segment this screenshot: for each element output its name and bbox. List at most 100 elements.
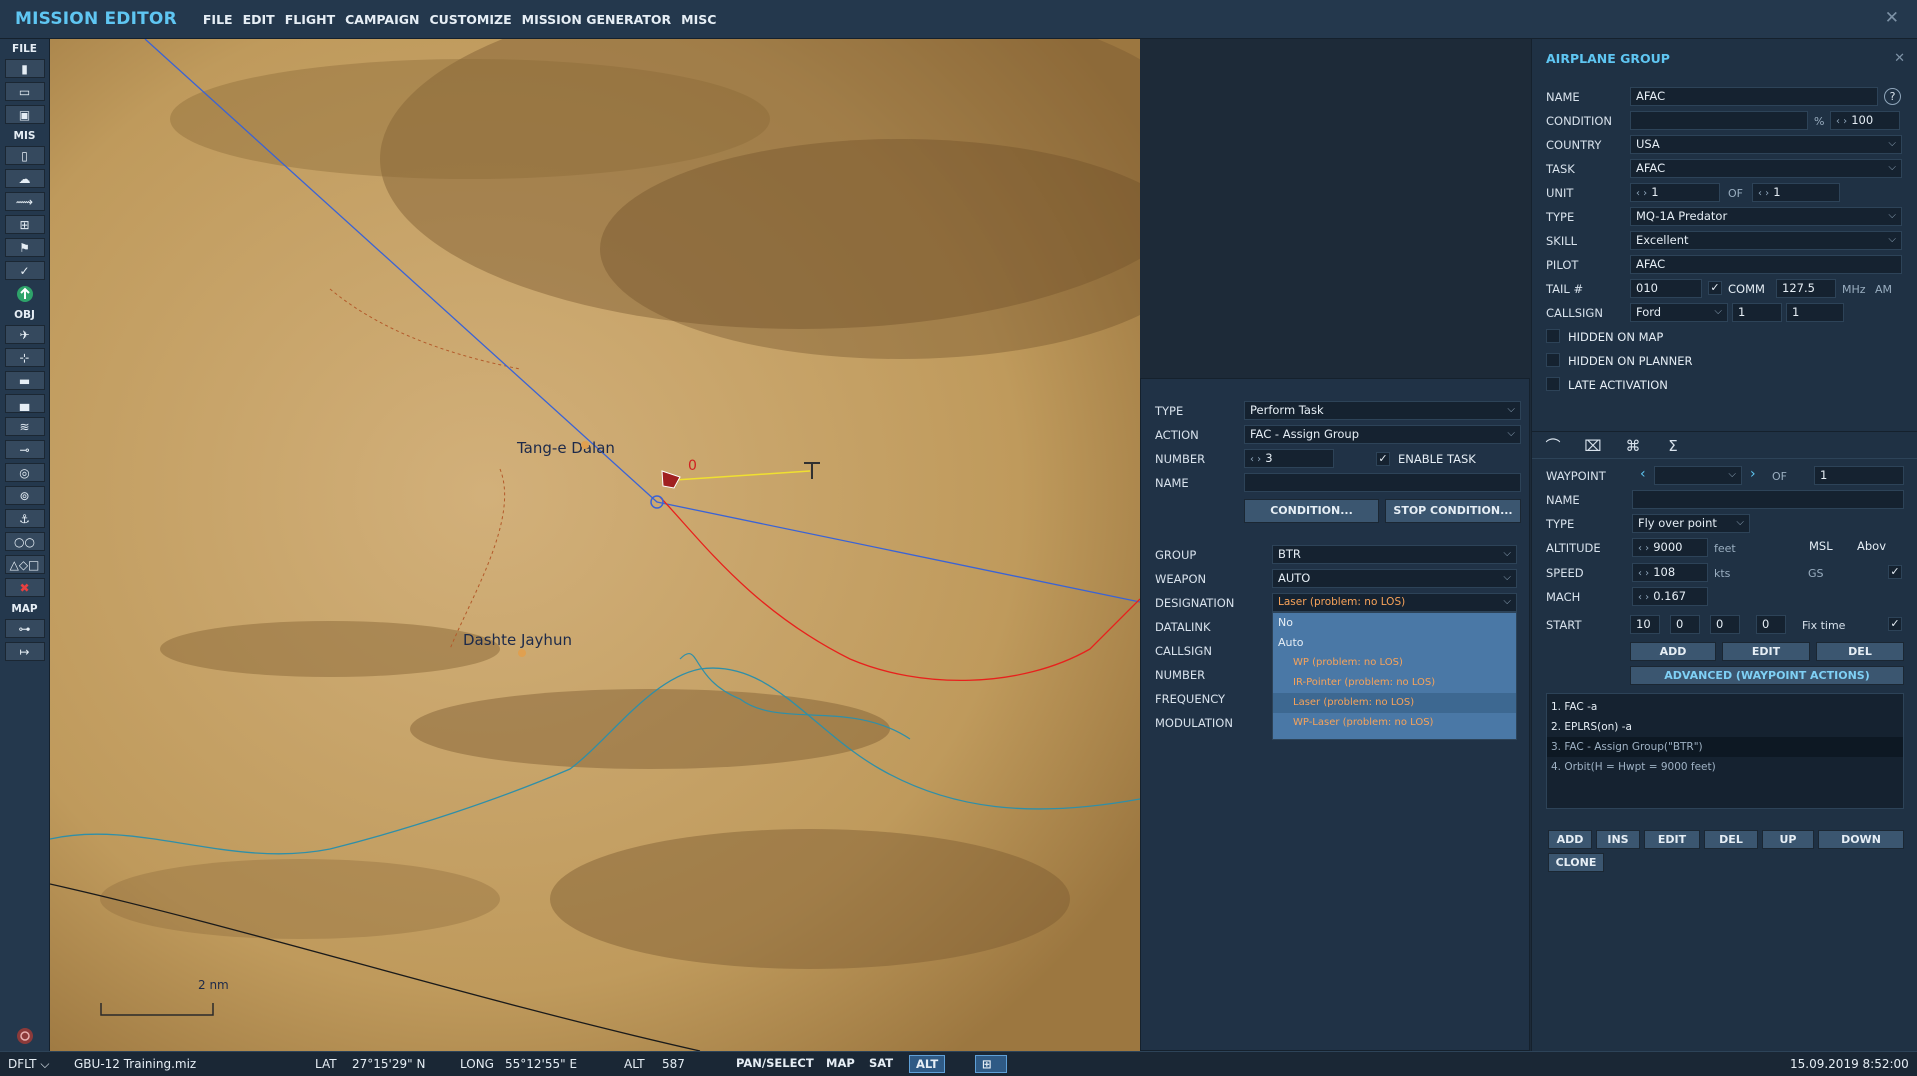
task-type-select[interactable]: Perform Task bbox=[1244, 401, 1521, 420]
callsign-select[interactable]: Ford bbox=[1630, 303, 1728, 322]
altitude-reference[interactable]: MSL bbox=[1804, 538, 1854, 557]
waypoint-delete-button[interactable]: DEL bbox=[1816, 642, 1904, 661]
map-view[interactable]: 0 Tang-e Dalan Dashte Jayhun 2 nm bbox=[50, 39, 1140, 1051]
goal-icon[interactable]: ⚑ bbox=[4, 238, 45, 257]
condition-percent-stepper[interactable]: ‹ › 100 bbox=[1830, 111, 1900, 130]
waypoint-add-button[interactable]: ADD bbox=[1630, 642, 1716, 661]
gs-checkbox[interactable]: ✓ bbox=[1888, 565, 1902, 579]
airplane-icon[interactable]: ✈ bbox=[4, 325, 45, 344]
aircraft-type-select[interactable]: MQ-1A Predator bbox=[1630, 207, 1902, 226]
menu-edit[interactable]: EDIT bbox=[243, 12, 275, 27]
fly-icon[interactable] bbox=[5, 284, 45, 303]
menu-misc[interactable]: MISC bbox=[681, 12, 716, 27]
waypoint-prev-icon[interactable]: ‹ bbox=[1640, 466, 1646, 482]
callsign-number-1[interactable]: 1 bbox=[1732, 303, 1782, 322]
task-number-stepper[interactable]: ‹ › 3 bbox=[1244, 449, 1334, 468]
parachute-icon[interactable]: ⚓ bbox=[4, 509, 45, 528]
summary-tab-icon[interactable]: Σ bbox=[1658, 436, 1688, 456]
vehicle-icon[interactable]: ▄ bbox=[4, 394, 45, 413]
aircraft-tab-icon[interactable]: ⌘ bbox=[1618, 436, 1648, 456]
menu-flight[interactable]: FLIGHT bbox=[285, 12, 335, 27]
static-icon[interactable]: ≋ bbox=[4, 417, 45, 436]
save-file-icon[interactable]: ▣ bbox=[4, 105, 45, 124]
tail-number-input[interactable]: 010 bbox=[1630, 279, 1702, 298]
start-day-input[interactable]: 10 bbox=[1630, 615, 1660, 634]
task-weapon-select[interactable]: AUTO bbox=[1272, 569, 1517, 588]
designation-option-wp-laser[interactable]: WP-Laser (problem: no LOS) bbox=[1273, 713, 1516, 733]
start-hour-input[interactable]: 0 bbox=[1670, 615, 1700, 634]
group-name-input[interactable]: AFAC bbox=[1630, 87, 1878, 106]
designation-option-ir-pointer[interactable]: IR-Pointer (problem: no LOS) bbox=[1273, 673, 1516, 693]
group-icon[interactable]: ○○ bbox=[4, 532, 45, 551]
check-icon[interactable]: ✓ bbox=[4, 261, 45, 280]
weather-icon[interactable]: ☁ bbox=[4, 169, 45, 188]
map-layers-icon[interactable]: ⊞ bbox=[975, 1055, 1007, 1073]
callsign-number-2[interactable]: 1 bbox=[1786, 303, 1844, 322]
pan-select-button[interactable]: PAN/SELECT bbox=[730, 1055, 820, 1073]
task-name-input[interactable] bbox=[1244, 473, 1521, 492]
waypoint-select[interactable] bbox=[1654, 466, 1742, 485]
open-file-icon[interactable]: ▭ bbox=[4, 82, 45, 101]
menu-mission-generator[interactable]: MISSION GENERATOR bbox=[522, 12, 672, 27]
fix-time-checkbox[interactable]: ✓ bbox=[1888, 617, 1902, 631]
power-icon[interactable] bbox=[5, 1026, 45, 1045]
waypoint-type-select[interactable]: Fly over point bbox=[1632, 514, 1750, 533]
shapes-icon[interactable]: △◇□ bbox=[4, 555, 45, 574]
start-second-input[interactable]: 0 bbox=[1756, 615, 1786, 634]
action-insert-button[interactable]: INS bbox=[1596, 830, 1640, 849]
ruler-icon[interactable]: ↦ bbox=[4, 642, 45, 661]
enable-task-checkbox[interactable]: ✓ bbox=[1376, 452, 1390, 466]
route-tab-icon[interactable]: ⌒ bbox=[1538, 436, 1568, 456]
mode-select[interactable]: DFLT ⌵ bbox=[8, 1057, 49, 1072]
trigger-icon[interactable]: ⊞ bbox=[4, 215, 45, 234]
new-file-icon[interactable]: ▮ bbox=[4, 59, 45, 78]
unit-count-stepper[interactable]: ‹ › 1 bbox=[1752, 183, 1840, 202]
waypoint-edit-button[interactable]: EDIT bbox=[1722, 642, 1810, 661]
unit-stepper[interactable]: ‹ › 1 bbox=[1630, 183, 1720, 202]
action-up-button[interactable]: UP bbox=[1762, 830, 1814, 849]
altitude-type-select[interactable]: Abov bbox=[1852, 538, 1904, 557]
map-key-icon[interactable]: ⊶ bbox=[4, 619, 45, 638]
map-mode-button[interactable]: MAP bbox=[820, 1055, 861, 1073]
comm-frequency-input[interactable]: 127.5 bbox=[1776, 279, 1836, 298]
zone-icon[interactable]: ⊚ bbox=[4, 486, 45, 505]
target-icon[interactable]: ◎ bbox=[4, 463, 45, 482]
mach-stepper[interactable]: ‹ › 0.167 bbox=[1632, 587, 1708, 606]
designation-option-wp[interactable]: WP (problem: no LOS) bbox=[1273, 653, 1516, 673]
helicopter-icon[interactable]: ⊹ bbox=[4, 348, 45, 367]
payload-tab-icon[interactable]: ⌧ bbox=[1578, 436, 1608, 456]
action-down-button[interactable]: DOWN bbox=[1818, 830, 1904, 849]
altitude-stepper[interactable]: ‹ › 9000 bbox=[1632, 538, 1708, 557]
condition-input[interactable] bbox=[1630, 111, 1808, 130]
help-icon[interactable]: ? bbox=[1884, 88, 1901, 105]
action-edit-button[interactable]: EDIT bbox=[1644, 830, 1700, 849]
skill-select[interactable]: Excellent bbox=[1630, 231, 1902, 250]
waypoint-icon[interactable]: ⊸ bbox=[4, 440, 45, 459]
task-group-select[interactable]: BTR bbox=[1272, 545, 1517, 564]
menu-customize[interactable]: CUSTOMIZE bbox=[429, 12, 511, 27]
condition-button[interactable]: CONDITION... bbox=[1244, 499, 1379, 523]
terrain-map[interactable]: 0 Tang-e Dalan Dashte Jayhun 2 nm bbox=[50, 39, 1140, 1051]
stop-condition-button[interactable]: STOP CONDITION... bbox=[1385, 499, 1521, 523]
late-activation-checkbox[interactable] bbox=[1546, 377, 1560, 391]
menu-campaign[interactable]: CAMPAIGN bbox=[345, 12, 419, 27]
action-item-selected[interactable]: 3. FAC - Assign Group("BTR") bbox=[1547, 737, 1903, 757]
start-minute-input[interactable]: 0 bbox=[1710, 615, 1740, 634]
action-add-button[interactable]: ADD bbox=[1548, 830, 1592, 849]
action-item[interactable]: 2. EPLRS(on) -a bbox=[1547, 717, 1903, 737]
action-item[interactable]: 1. FAC -a bbox=[1547, 697, 1903, 717]
delete-icon[interactable]: ✖ bbox=[4, 578, 45, 597]
designation-option-laser[interactable]: Laser (problem: no LOS) bbox=[1273, 693, 1516, 713]
action-delete-button[interactable]: DEL bbox=[1704, 830, 1758, 849]
hidden-on-map-checkbox[interactable] bbox=[1546, 329, 1560, 343]
waypoint-name-input[interactable] bbox=[1632, 490, 1904, 509]
ship-icon[interactable]: ▬ bbox=[4, 371, 45, 390]
menu-file[interactable]: FILE bbox=[203, 12, 233, 27]
country-select[interactable]: USA bbox=[1630, 135, 1902, 154]
window-close-icon[interactable]: ✕ bbox=[1885, 8, 1899, 28]
pilot-input[interactable]: AFAC bbox=[1630, 255, 1902, 274]
task-action-select[interactable]: FAC - Assign Group bbox=[1244, 425, 1521, 444]
briefing-icon[interactable]: ▯ bbox=[4, 146, 45, 165]
alt-mode-button[interactable]: ALT bbox=[909, 1055, 946, 1073]
waypoint-next-icon[interactable]: › bbox=[1750, 466, 1756, 482]
